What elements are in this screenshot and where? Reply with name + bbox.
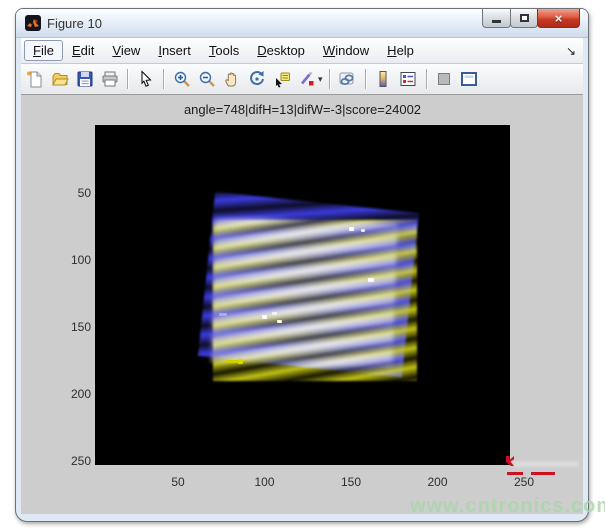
y-tick-label: 100 <box>57 253 91 267</box>
colorbar-icon <box>374 70 392 88</box>
print-figure-button[interactable] <box>98 68 121 91</box>
brush-dropdown-caret[interactable]: ▾ <box>318 74 323 85</box>
corner-watermark-text <box>514 461 578 467</box>
new-figure-icon <box>26 70 44 88</box>
menu-item-edit[interactable]: Edit <box>63 40 103 61</box>
feature-marker <box>349 227 354 231</box>
menu-item-tools[interactable]: Tools <box>200 40 248 61</box>
y-tick-label: 50 <box>57 186 91 200</box>
x-tick-label: 150 <box>334 475 368 489</box>
insert-colorbar-button[interactable] <box>372 68 395 91</box>
zoom-out-button[interactable] <box>195 68 218 91</box>
figure-window: Figure 10 × FileEditViewInsertToolsDeskt… <box>15 8 589 522</box>
rotate-3d-button[interactable] <box>245 68 268 91</box>
menu-item-insert[interactable]: Insert <box>149 40 200 61</box>
maximize-button[interactable] <box>510 9 538 28</box>
zoom-out-icon <box>198 70 216 88</box>
plot-area[interactable] <box>95 125 510 465</box>
corner-watermark-dash <box>531 472 555 475</box>
insert-legend-button[interactable] <box>397 68 420 91</box>
toolbar-separator <box>365 69 366 89</box>
minimize-button[interactable] <box>482 9 511 28</box>
edit-plot-button[interactable] <box>134 68 157 91</box>
legend-icon <box>399 70 417 88</box>
overlap-region <box>211 217 398 368</box>
dock-arrow-icon[interactable]: ↘ <box>566 44 580 58</box>
window-title: Figure 10 <box>47 16 102 31</box>
cursor-arrow-icon <box>137 70 155 88</box>
feature-marker <box>368 278 374 282</box>
y-tick-label: 150 <box>57 320 91 334</box>
dock-figure-icon <box>460 70 478 88</box>
pan-button[interactable] <box>220 68 243 91</box>
brush-icon <box>298 70 316 88</box>
feature-marker <box>262 315 267 319</box>
link-icon <box>338 70 356 88</box>
feature-marker <box>361 229 365 232</box>
link-plot-button[interactable] <box>336 68 359 91</box>
brush-data-button[interactable] <box>295 68 318 91</box>
feature-marker <box>277 320 282 323</box>
printer-icon <box>101 70 119 88</box>
zoom-in-button[interactable] <box>170 68 193 91</box>
feature-marker <box>272 312 277 315</box>
zoom-in-icon <box>173 70 191 88</box>
toolbar-separator <box>329 69 330 89</box>
open-file-button[interactable] <box>48 68 71 91</box>
window-controls: × <box>483 9 580 28</box>
toolbar-separator <box>127 69 128 89</box>
toolbar: ▾ <box>21 64 583 95</box>
open-folder-icon <box>51 70 69 88</box>
corner-watermark-dash <box>507 472 523 475</box>
x-tick-label: 250 <box>507 475 541 489</box>
x-tick-label: 200 <box>421 475 455 489</box>
new-figure-button[interactable] <box>23 68 46 91</box>
save-icon <box>76 70 94 88</box>
hide-plot-tools-icon <box>435 70 453 88</box>
title-bar[interactable]: Figure 10 × <box>16 9 588 38</box>
save-figure-button[interactable] <box>73 68 96 91</box>
menu-item-help[interactable]: Help <box>378 40 423 61</box>
pan-hand-icon <box>223 70 241 88</box>
show-plot-tools-dock-button[interactable] <box>458 68 481 91</box>
rotate-3d-icon <box>248 70 266 88</box>
matlab-icon <box>25 15 41 31</box>
hide-plot-tools-button[interactable] <box>433 68 456 91</box>
x-tick-label: 50 <box>161 475 195 489</box>
toolbar-separator <box>163 69 164 89</box>
data-cursor-button[interactable] <box>270 68 293 91</box>
y-tick-label: 200 <box>57 387 91 401</box>
close-icon: × <box>555 11 563 26</box>
axes-title: angle=748|difH=13|difW=-3|score=24002 <box>95 102 510 117</box>
menu-item-file[interactable]: File <box>24 40 63 61</box>
feature-marker <box>219 313 227 316</box>
figure-canvas: angle=748|difH=13|difW=-3|score=24002 50… <box>21 95 583 514</box>
menu-item-window[interactable]: Window <box>314 40 378 61</box>
x-tick-label: 100 <box>248 475 282 489</box>
menu-item-view[interactable]: View <box>103 40 149 61</box>
menu-item-desktop[interactable]: Desktop <box>248 40 314 61</box>
close-button[interactable]: × <box>537 9 580 28</box>
menu-bar: FileEditViewInsertToolsDesktopWindowHelp… <box>21 38 583 64</box>
toolbar-separator <box>426 69 427 89</box>
data-cursor-icon <box>273 70 291 88</box>
maximize-icon <box>520 14 529 22</box>
y-tick-label: 250 <box>57 454 91 468</box>
feature-marker <box>238 359 243 364</box>
minimize-icon <box>492 20 501 23</box>
screenshot-stage: Figure 10 × FileEditViewInsertToolsDeskt… <box>0 0 605 531</box>
